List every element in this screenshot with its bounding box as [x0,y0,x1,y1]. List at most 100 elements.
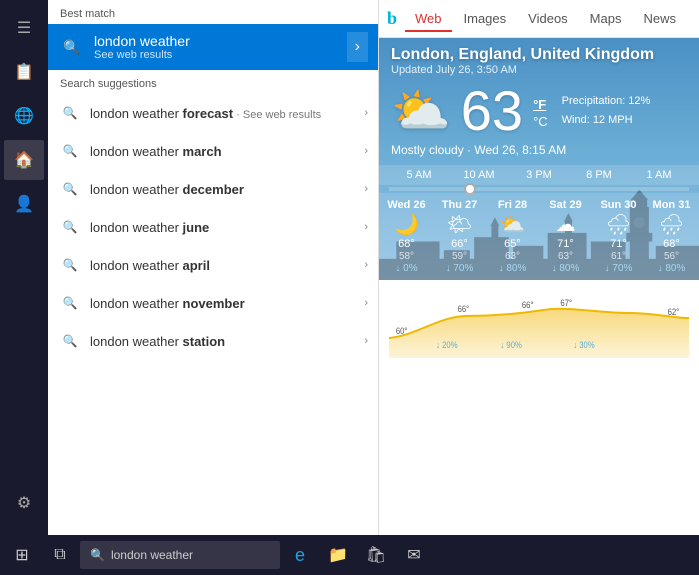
bing-logo: b [387,8,397,29]
day-hi-0: 68° [398,238,415,250]
suggestion-search-icon-2: 🔍 [58,177,82,201]
daily-forecast: Wed 26 🌙 68° 58° ↓ 0% Thu 27 🌤 66° 59° ↓… [379,193,699,280]
weather-updated: Updated July 26, 3:50 AM [391,64,687,76]
svg-text:66°: 66° [458,303,470,314]
day-hi-3: 71° [557,238,574,250]
day-precip-1: ↓ 70% [446,263,474,274]
suggestion-search-icon-5: 🔍 [58,291,82,315]
weather-info: London, England, United Kingdom Updated … [379,38,699,165]
day-hi-1: 66° [451,238,468,250]
hamburger-icon[interactable]: ☰ [4,8,44,48]
weather-wind-detail: Wind: 12 MPH [562,111,651,130]
day-sun30: Sun 30 🌧 71° 61° ↓ 70% [593,199,644,274]
day-precip-3: ↓ 80% [552,263,580,274]
best-match-item[interactable]: 🔍 london weather See web results › [48,24,378,70]
file-explorer-icon[interactable]: 📁 [320,537,356,573]
windows-start-icon[interactable]: ⊞ [4,537,40,573]
suggestions-label: Search suggestions [48,70,378,94]
svg-text:66°: 66° [522,299,534,310]
day-name-5: Mon 31 [653,199,691,211]
edge-browser-icon[interactable]: e [282,537,318,573]
best-match-subtitle: See web results [94,49,347,61]
day-sat29: Sat 29 ☁ 71° 63° ↓ 80% [540,199,591,274]
day-lo-4: 61° [611,251,626,262]
suggestion-text-2: london weather december [90,182,360,197]
best-match-label: Best match [48,0,378,24]
store-icon[interactable]: 🛍 [358,537,394,573]
weather-content-area: London, England, United Kingdom Updated … [379,38,699,535]
best-match-text: london weather See web results [94,33,347,61]
day-icon-5: 🌧 [659,212,684,237]
svg-text:↓ 30%: ↓ 30% [573,339,595,350]
suggestion-search-icon-4: 🔍 [58,253,82,277]
gear-icon[interactable]: ⚙ [4,483,44,523]
clipboard-icon[interactable]: 📋 [4,52,44,92]
weather-details: Precipitation: 12% Wind: 12 MPH [562,92,651,129]
suggestion-march[interactable]: 🔍 london weather march › [48,132,378,170]
hour-3: 8 PM [569,169,629,181]
suggestion-forecast[interactable]: 🔍 london weather forecast · See web resu… [48,94,378,132]
day-hi-4: 71° [610,238,627,250]
person-icon[interactable]: 👤 [4,184,44,224]
day-icon-2: ⛅ [500,212,525,237]
chevron-icon-3: › [364,221,368,233]
suggestion-text-6: london weather station [90,334,360,349]
best-match-arrow-icon[interactable]: › [347,32,368,62]
tab-maps[interactable]: Maps [580,5,632,32]
tab-videos[interactable]: Videos [518,5,578,32]
day-precip-2: ↓ 80% [499,263,527,274]
main-area: Best match 🔍 london weather See web resu… [48,0,699,575]
home-icon[interactable]: 🏠 [4,140,44,180]
mail-icon[interactable]: ✉ [396,537,432,573]
best-match-search-icon: 🔍 [58,33,86,61]
hour-2: 3 PM [509,169,569,181]
hour-4: 1 AM [629,169,689,181]
taskbar-search-text: london weather [111,548,193,562]
weather-cloud-icon: ⛅ [391,82,451,139]
suggestion-search-icon-6: 🔍 [58,329,82,353]
day-icon-3: ☁ [556,212,576,237]
day-precip-0: ↓ 0% [395,263,417,274]
suggestion-text-5: london weather november [90,296,360,311]
search-panel: Best match 🔍 london weather See web resu… [48,0,378,575]
suggestion-search-icon-1: 🔍 [58,139,82,163]
suggestion-november[interactable]: 🔍 london weather november › [48,284,378,322]
tabs-bar: b Web Images Videos Maps News [379,0,699,38]
suggestion-april[interactable]: 🔍 london weather april › [48,246,378,284]
suggestion-text-3: london weather june [90,220,360,235]
suggestion-station[interactable]: 🔍 london weather station › [48,322,378,360]
temp-chart-svg: 60° 66° 66° 67° 62° ↓ 20% ↓ 90% ↓ 30% [389,288,689,358]
weather-location: London, England, United Kingdom [391,46,687,64]
hour-0: 5 AM [389,169,449,181]
day-name-3: Sat 29 [549,199,581,211]
suggestion-search-icon-0: 🔍 [58,101,82,125]
day-icon-0: 🌙 [394,212,419,237]
tab-images[interactable]: Images [454,5,517,32]
chevron-icon-4: › [364,259,368,271]
chevron-icon-2: › [364,183,368,195]
fahrenheit-btn[interactable]: °F [533,97,548,112]
suggestion-june[interactable]: 🔍 london weather june › [48,208,378,246]
suggestion-december[interactable]: 🔍 london weather december › [48,170,378,208]
day-icon-4: 🌧 [606,212,631,237]
day-name-4: Sun 30 [600,199,636,211]
hourly-bar: 5 AM 10 AM 3 PM 8 PM 1 AM [379,165,699,185]
task-view-icon[interactable]: ⧉ [42,537,78,573]
day-lo-1: 59° [452,251,467,262]
day-mon31: Mon 31 🌧 68° 56° ↓ 80% [646,199,697,274]
temp-chart-area: 60° 66° 66° 67° 62° ↓ 20% ↓ 90% ↓ 30% [379,280,699,371]
tab-web[interactable]: Web [405,5,452,32]
day-name-2: Fri 28 [498,199,527,211]
weather-panel: b Web Images Videos Maps News [378,0,699,575]
day-fri28: Fri 28 ⛅ 65° 63° ↓ 80% [487,199,538,274]
day-thu27: Thu 27 🌤 66° 59° ↓ 70% [434,199,485,274]
day-lo-0: 58° [399,251,414,262]
tab-news[interactable]: News [633,5,686,32]
celsius-btn[interactable]: °C [533,114,548,129]
taskbar-search-box[interactable]: 🔍 london weather [80,541,280,569]
globe-icon[interactable]: 🌐 [4,96,44,136]
hour-slider[interactable] [389,187,689,191]
suggestion-text-0: london weather forecast · See web result… [90,106,360,121]
day-hi-5: 68° [663,238,680,250]
chevron-icon-1: › [364,145,368,157]
